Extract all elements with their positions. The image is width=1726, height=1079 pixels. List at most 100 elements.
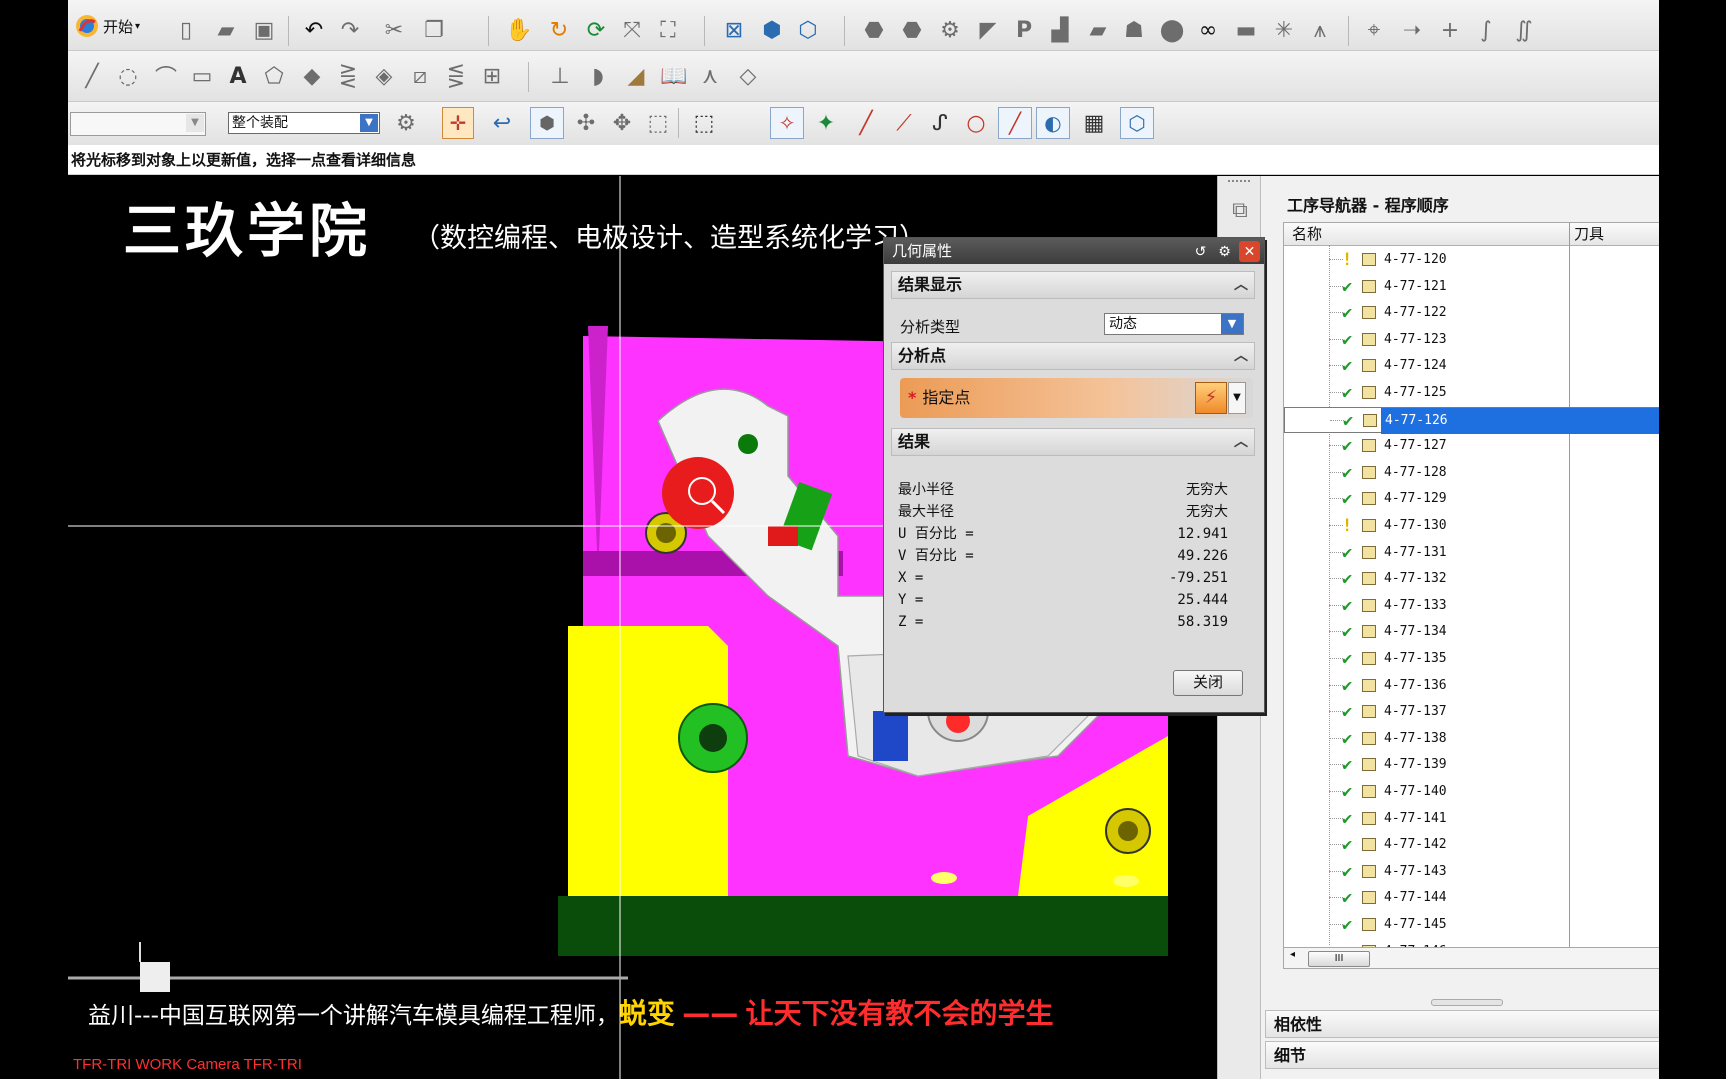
gear-icon[interactable]: ⚙ <box>1214 241 1235 262</box>
extrude-icon[interactable]: ◤ <box>972 14 1004 46</box>
operation-row[interactable]: ✔ 4-77-143 <box>1284 859 1659 885</box>
pan-hand-icon[interactable]: ✋ <box>503 14 535 46</box>
start-button[interactable]: 开始 ▾ <box>74 13 154 39</box>
operation-row[interactable]: ✔ 4-77-141 <box>1284 806 1659 832</box>
operation-row[interactable]: ✔ 4-77-142 <box>1284 832 1659 858</box>
surface-icon[interactable]: ◆ <box>296 60 328 92</box>
machine-icon[interactable]: ▟ <box>1044 14 1076 46</box>
plus-icon[interactable]: + <box>1434 14 1466 46</box>
operation-row[interactable]: ✔ 4-77-122 <box>1284 300 1659 326</box>
chevron-down-icon[interactable]: ▼ <box>1228 382 1246 414</box>
operation-row[interactable]: ✔ 4-77-129 <box>1284 486 1659 512</box>
section-results[interactable]: 结果 ︿ <box>891 428 1255 456</box>
body-select-icon[interactable]: ✣ <box>570 107 602 139</box>
offset-icon[interactable]: ⋛ <box>332 60 364 92</box>
line-icon[interactable]: ╱ <box>76 60 108 92</box>
snap-line-icon[interactable]: ╱ <box>850 107 882 139</box>
chevron-up-icon[interactable]: ︿ <box>1234 343 1248 369</box>
operation-row[interactable]: ✔ 4-77-131 <box>1284 540 1659 566</box>
cut-icon[interactable]: ✂ <box>378 14 410 46</box>
close-icon[interactable]: ✕ <box>1239 241 1260 262</box>
dependencies-panel[interactable]: 相依性 <box>1265 1010 1659 1038</box>
view-cube-icon[interactable]: ⬡ <box>1120 107 1154 139</box>
reset-icon[interactable]: ↺ <box>1190 241 1211 262</box>
assembly-icon[interactable]: ⚙ <box>934 14 966 46</box>
green-base[interactable] <box>558 896 1168 956</box>
snap-tangent-icon[interactable]: ⟋ <box>888 107 920 139</box>
scroll-thumb[interactable]: III <box>1308 951 1370 967</box>
spline-icon[interactable]: ∬ <box>1508 14 1540 46</box>
section-result-display[interactable]: 结果显示 ︿ <box>891 271 1255 299</box>
point-icon[interactable]: ⌖ <box>1358 14 1390 46</box>
shaded-cube-icon[interactable]: ⬢ <box>756 14 788 46</box>
snap-point-icon[interactable]: ✛ <box>442 107 474 139</box>
operation-row[interactable]: ✔ 4-77-121 <box>1284 274 1659 300</box>
lightning-point-icon[interactable]: ⚡ <box>1195 382 1227 414</box>
column-name[interactable]: 名称 <box>1292 223 1322 245</box>
tree-horizontal-scrollbar[interactable]: ◂ III ▸ <box>1283 947 1659 969</box>
trim-icon[interactable]: ⧄ <box>404 60 436 92</box>
operation-row[interactable]: ✔ 4-77-134 <box>1284 619 1659 645</box>
split-icon[interactable]: ⊞ <box>476 60 508 92</box>
graph-icon[interactable]: ⋏ <box>694 60 726 92</box>
snap-endpoint-icon[interactable]: ✧ <box>770 107 804 139</box>
deselect-icon[interactable]: ⤧ <box>616 14 648 46</box>
copy-icon[interactable]: ❐ <box>418 14 450 46</box>
open-folder-icon[interactable]: ▰ <box>210 14 242 46</box>
save-icon[interactable]: ▣ <box>248 14 280 46</box>
operation-row[interactable]: ✔ 4-77-145 <box>1284 912 1659 938</box>
close-button[interactable]: 关闭 <box>1173 670 1243 696</box>
select-filter-icon[interactable]: ⛶ <box>652 14 684 46</box>
pnc-icon[interactable]: P <box>1008 14 1040 46</box>
bridge-icon[interactable]: ⋚ <box>440 60 472 92</box>
grid-icon[interactable]: ▦ <box>1078 107 1110 139</box>
operation-row[interactable]: ✔ 4-77-139 <box>1284 752 1659 778</box>
scroll-left-icon[interactable]: ◂ <box>1290 949 1295 960</box>
assembly-filter-icon[interactable]: ⚙ <box>390 107 422 139</box>
arc-icon[interactable]: ⌒ <box>150 60 182 92</box>
rotate-icon[interactable]: ↻ <box>543 14 575 46</box>
operation-row[interactable]: ✔ 4-77-123 <box>1284 327 1659 353</box>
crosshair-icon[interactable]: ✳ <box>1268 14 1300 46</box>
block-icon[interactable]: ⬣ <box>896 14 928 46</box>
operation-row[interactable]: ✔ 4-77-138 <box>1284 726 1659 752</box>
refresh-icon[interactable]: ⟳ <box>580 14 612 46</box>
specify-point-row[interactable]: * 指定点 ⚡ ▼ <box>900 378 1253 418</box>
chevron-up-icon[interactable]: ︿ <box>1234 429 1248 455</box>
operation-row[interactable]: ✔ 4-77-132 <box>1284 566 1659 592</box>
rectangle-select-icon[interactable]: ⬚ <box>688 107 720 139</box>
analysis-point-marker[interactable] <box>662 457 734 529</box>
snap-on-surface-icon[interactable]: ◐ <box>1036 107 1070 139</box>
operation-row[interactable]: ✔ 4-77-137 <box>1284 699 1659 725</box>
plate-icon[interactable]: ◇ <box>732 60 764 92</box>
face-select-icon[interactable]: ⬢ <box>530 107 564 139</box>
wireframe-cube-icon[interactable]: ⬡ <box>792 14 824 46</box>
operation-row[interactable]: ✔ 4-77-140 <box>1284 779 1659 805</box>
component-select-icon[interactable]: ⬚ <box>642 107 674 139</box>
section-analysis-point[interactable]: 分析点 ︿ <box>891 342 1255 370</box>
operation-row[interactable]: ✔ 4-77-124 <box>1284 353 1659 379</box>
rectangle-icon[interactable]: ▭ <box>186 60 218 92</box>
program-order-tree[interactable]: 名称 刀具 ! 4-77-120 ✔ 4-77-121 ✔ 4-77-122 ✔ 4-77-1… <box>1283 222 1659 949</box>
hat-icon[interactable]: ⩚ <box>1304 14 1336 46</box>
bird-icon[interactable]: ∞ <box>1192 14 1224 46</box>
operation-row[interactable]: ✔ 4-77-135 <box>1284 646 1659 672</box>
operation-row[interactable]: ✔ 4-77-127 <box>1284 433 1659 459</box>
point-dialog-button[interactable]: ⚡ ▼ <box>1195 382 1247 414</box>
tool-icon[interactable]: ⊥ <box>544 60 576 92</box>
bear-icon[interactable]: ☗ <box>1118 14 1150 46</box>
new-file-icon[interactable]: ▯ <box>170 14 202 46</box>
assembly-navigator-icon[interactable]: ⧉ <box>1226 196 1254 224</box>
operation-row[interactable]: ✔ 4-77-144 <box>1284 885 1659 911</box>
operation-row[interactable]: ✔ 4-77-126 <box>1284 406 1659 434</box>
fit-view-icon[interactable]: ⊠ <box>718 14 750 46</box>
operation-row[interactable]: ! 4-77-120 <box>1284 247 1659 273</box>
column-tool[interactable]: 刀具 <box>1574 223 1604 245</box>
circle-line-icon[interactable]: ◌ <box>112 60 144 92</box>
undo-icon[interactable]: ↶ <box>298 14 330 46</box>
project-icon[interactable]: ◈ <box>368 60 400 92</box>
operation-row[interactable]: ✔ 4-77-125 <box>1284 380 1659 406</box>
selection-scope-select[interactable]: 整个装配 ▼ <box>228 112 380 134</box>
operation-row[interactable]: ✔ 4-77-128 <box>1284 460 1659 486</box>
snap-circle-icon[interactable]: ○ <box>960 107 992 139</box>
